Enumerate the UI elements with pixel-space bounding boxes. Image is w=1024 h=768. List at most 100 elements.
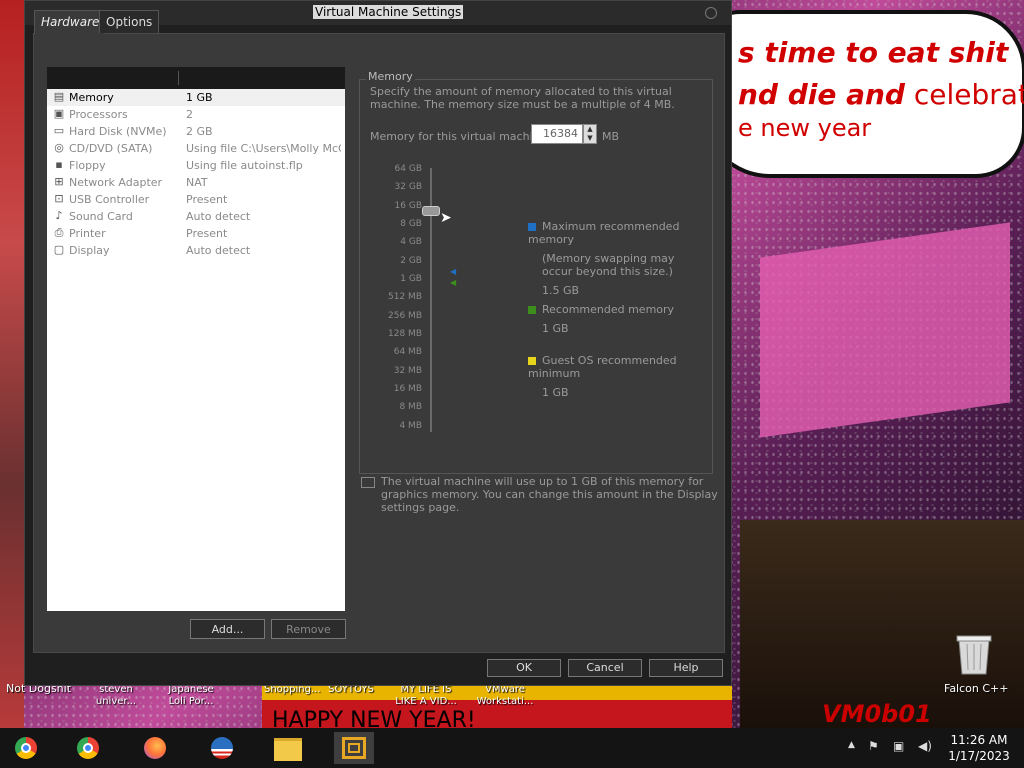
legend-max-recommended: Maximum recommended memory (Memory swapp… — [528, 220, 724, 297]
legend-title: Recommended memory — [542, 303, 675, 316]
memory-stepper[interactable]: ▲ ▼ — [583, 124, 597, 144]
recommended-marker-icon: ◀ — [450, 278, 457, 287]
desktop-icon-label: Falcon C++ — [944, 682, 1009, 695]
device-row-printer[interactable]: ⎙ Printer Present — [47, 225, 345, 242]
desktop-icon-label: Japanese Loli Por... — [168, 684, 214, 707]
taskbar-clock[interactable]: 11:26 AM 1/17/2023 — [944, 732, 1014, 764]
mouse-cursor-icon: ➤ — [440, 210, 452, 226]
taskbar-obama-logo[interactable] — [202, 732, 242, 764]
cancel-button[interactable]: Cancel — [568, 659, 642, 677]
legend-value: 1.5 GB — [542, 284, 580, 297]
scale-tick: 256 MB — [388, 311, 422, 321]
banner-text: HAPPY NEW YEAR! — [272, 708, 476, 728]
bubble-line-1: s time to eat shit — [738, 36, 1009, 69]
action-center-flag-icon[interactable]: ⚑ — [868, 739, 879, 753]
network-icon[interactable]: ▣ — [893, 739, 904, 753]
memory-slider-thumb[interactable] — [422, 206, 440, 216]
close-icon[interactable] — [705, 7, 717, 19]
volume-icon[interactable]: ◀) — [918, 739, 932, 753]
settings-panel: Hardware Options ▤ Memory 1 GB ▣ Process… — [33, 10, 725, 653]
ok-button[interactable]: OK — [487, 659, 561, 677]
scale-tick: 16 GB — [394, 201, 422, 211]
taskbar-chrome[interactable] — [68, 732, 108, 764]
device-name: USB Controller — [69, 193, 150, 206]
recycle-bin-icon[interactable] — [955, 632, 993, 676]
watermark-text: VM0b01 — [822, 700, 932, 728]
device-name: Processors — [69, 108, 128, 121]
stepper-up-icon[interactable]: ▲ — [584, 125, 596, 134]
bubble-line-2: nd die and celebrate — [738, 78, 1024, 111]
desktop-icon-label: VMware Workstati... — [476, 684, 534, 707]
blue-swatch-icon — [528, 223, 536, 231]
memory-input[interactable]: 16384 — [531, 124, 583, 144]
desktop-icon-steven-universe[interactable]: steven univer... — [94, 684, 138, 708]
show-hidden-icons-icon[interactable]: ▲ — [848, 740, 855, 750]
vmware-icon-inner — [348, 743, 360, 753]
device-row-memory[interactable]: ▤ Memory 1 GB — [47, 89, 345, 106]
device-name: Printer — [69, 227, 106, 240]
tab-options[interactable]: Options — [99, 10, 160, 33]
device-row-hard-disk[interactable]: ▭ Hard Disk (NVMe) 2 GB — [47, 123, 345, 140]
desktop-icon-japanese[interactable]: Japanese Loli Por... — [163, 684, 219, 708]
clock-time: 11:26 AM — [950, 733, 1008, 747]
scale-tick: 64 MB — [393, 347, 422, 357]
device-row-processors[interactable]: ▣ Processors 2 — [47, 106, 345, 123]
obama-logo-icon — [211, 737, 233, 759]
device-row-floppy[interactable]: ▪ Floppy Using file autoinst.flp — [47, 157, 345, 174]
add-button[interactable]: Add... — [190, 619, 265, 639]
taskbar-firefox[interactable] — [135, 732, 175, 764]
device-row-display[interactable]: ▢ Display Auto detect — [47, 242, 345, 259]
window-title: Virtual Machine Settings — [313, 5, 464, 19]
taskbar-vmware[interactable] — [334, 732, 374, 764]
scale-tick: 128 MB — [388, 329, 422, 339]
taskbar-chrome-os[interactable] — [6, 732, 46, 764]
scale-tick: 32 GB — [394, 182, 422, 192]
device-row-usb-controller[interactable]: ⊡ USB Controller Present — [47, 191, 345, 208]
desktop-icon-label: steven univer... — [95, 684, 137, 707]
desktop-icon-label: MY LIFE IS LIKE A VID... — [395, 684, 457, 707]
help-button[interactable]: Help — [649, 659, 723, 677]
device-row-sound-card[interactable]: ♪ Sound Card Auto detect — [47, 208, 345, 225]
usb-icon: ⊡ — [54, 192, 64, 205]
device-summary: Present — [186, 193, 228, 206]
remove-button[interactable]: Remove — [271, 619, 346, 639]
legend-recommended: Recommended memory 1 GB — [528, 303, 674, 335]
desktop-icon-falcon-cpp[interactable]: Falcon C++ — [944, 682, 1008, 695]
legend-title: Guest OS recommended minimum — [528, 354, 677, 380]
scale-tick: 16 MB — [393, 384, 422, 394]
scale-tick: 2 GB — [400, 256, 422, 266]
display-icon: ▢ — [53, 243, 65, 256]
device-list[interactable]: ▤ Memory 1 GB ▣ Processors 2 ▭ Hard Disk… — [47, 67, 345, 611]
device-summary: Using file autoinst.flp — [186, 159, 303, 172]
max-recommended-marker-icon: ◀ — [450, 267, 457, 276]
speech-bubble: s time to eat shit nd die and celebrat e … — [700, 10, 1024, 178]
device-name: Floppy — [69, 159, 106, 172]
crowd-image — [740, 520, 1024, 728]
device-row-network-adapter[interactable]: ⊞ Network Adapter NAT — [47, 174, 345, 191]
scale-tick: 8 MB — [399, 402, 422, 412]
printer-icon: ⎙ — [54, 226, 64, 239]
stage-screen-image — [760, 222, 1010, 438]
scale-tick: 32 MB — [393, 366, 422, 376]
bubble-line-3: e new year — [738, 114, 872, 142]
chrome-center — [83, 743, 93, 753]
hard-disk-icon: ▭ — [53, 124, 65, 137]
sound-card-icon: ♪ — [55, 209, 63, 222]
tab-hardware[interactable]: Hardware — [34, 10, 107, 34]
device-summary: Using file C:\Users\Molly McG... — [186, 142, 341, 155]
column-separator — [178, 71, 179, 85]
cd-dvd-icon: ◎ — [54, 141, 64, 154]
device-list-header — [47, 67, 345, 89]
taskbar-file-explorer[interactable] — [268, 732, 308, 764]
desktop-icon-vmware[interactable]: VMware Workstati... — [472, 684, 538, 708]
legend-note: (Memory swapping may occur beyond this s… — [542, 252, 675, 278]
scale-tick: 1 GB — [400, 274, 422, 284]
legend-value: 1 GB — [542, 322, 569, 335]
desktop-icon-my-life[interactable]: MY LIFE IS LIKE A VID... — [394, 684, 458, 708]
device-name: Network Adapter — [69, 176, 163, 189]
network-adapter-icon: ⊞ — [54, 175, 64, 188]
stepper-down-icon[interactable]: ▼ — [584, 134, 596, 143]
device-summary: Present — [186, 227, 228, 240]
memory-unit-label: MB — [602, 130, 620, 143]
device-row-cd-dvd[interactable]: ◎ CD/DVD (SATA) Using file C:\Users\Moll… — [47, 140, 345, 157]
